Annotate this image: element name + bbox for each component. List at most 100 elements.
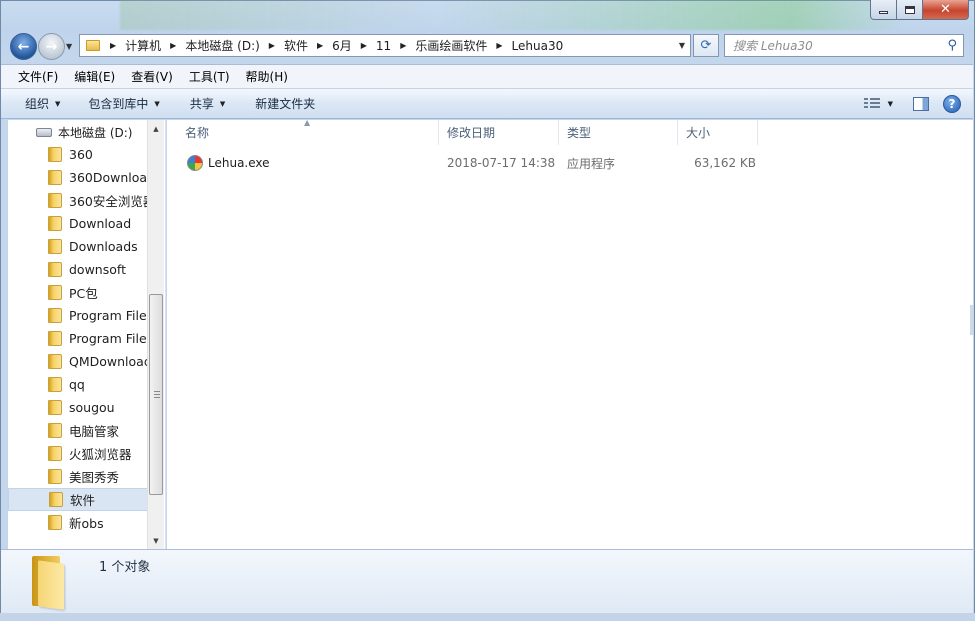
tree-item-folder[interactable]: Downloads (8, 235, 149, 258)
tree-item-folder[interactable]: 新obs (8, 511, 149, 534)
details-pane: 1 个对象 (1, 549, 973, 613)
tree-item-folder[interactable]: 火狐浏览器 (8, 442, 149, 465)
new-folder-button[interactable]: 新建文件夹 (237, 95, 327, 112)
address-bar[interactable]: ▶ 计算机 ▶ 本地磁盘 (D:) ▶ 软件 ▶ 6月 ▶ 11 ▶ 乐画绘画软件 ▶ Lehua30 ▼ (79, 34, 691, 57)
breadcrumb-separator-icon[interactable]: ▶ (496, 41, 502, 50)
tree-item-folder[interactable]: 电脑管家 (8, 419, 149, 442)
search-input[interactable] (733, 38, 933, 53)
view-options-dropdown[interactable]: ▼ (888, 100, 893, 108)
scroll-thumb[interactable] (149, 294, 163, 495)
file-modified: 2018-07-17 14:38 (447, 156, 556, 170)
tree-item-label: 电脑管家 (69, 424, 120, 439)
breadcrumb-item[interactable]: 本地磁盘 (D:) (185, 37, 259, 54)
item-count: 1 个对象 (99, 560, 151, 575)
tree-item-folder[interactable]: 360 (8, 143, 149, 166)
tree-item-label: 360 (69, 147, 93, 162)
command-bar: 组织 ▼ 包含到库中 ▼ 共享 ▼ 新建文件夹 ▼ ? (1, 88, 973, 119)
back-button[interactable]: ← (10, 33, 37, 60)
column-modified-label: 修改日期 (447, 126, 496, 140)
file-name-cell: Lehua.exe (175, 152, 439, 174)
tree-item-folder[interactable]: 360Download (8, 166, 149, 189)
menu-item[interactable]: 编辑(E) (66, 68, 123, 85)
column-name[interactable]: 名称 ▲ (167, 118, 439, 145)
menu-item[interactable]: 工具(T) (181, 68, 238, 85)
column-headers: 名称 ▲ 修改日期 类型 大小 (167, 118, 973, 145)
close-icon: ✕ (940, 2, 951, 17)
tree-item-label: downsoft (69, 262, 126, 277)
tree-item-label: 软件 (70, 493, 96, 508)
folder-icon (30, 556, 66, 610)
share-button[interactable]: 共享 ▼ (172, 95, 237, 112)
folder-icon (48, 193, 62, 208)
breadcrumb-separator-icon[interactable]: ▶ (110, 41, 116, 50)
tree-item-label: 美图秀秀 (69, 470, 120, 485)
folder-icon (49, 492, 63, 507)
tree-item-folder[interactable]: 软件 (8, 488, 149, 511)
breadcrumb-item[interactable]: Lehua30 (512, 39, 564, 53)
tree-item-folder[interactable]: QMDownload (8, 350, 149, 373)
column-size[interactable]: 大小 (678, 120, 758, 145)
tree-item-folder[interactable]: qq (8, 373, 149, 396)
view-controls: ▼ ? (863, 89, 973, 118)
file-list: 名称 ▲ 修改日期 类型 大小 Lehua.exe 2018-07-17 14:… (167, 118, 973, 549)
forward-button[interactable]: → (38, 33, 65, 60)
breadcrumb-item[interactable]: 乐画绘画软件 (415, 37, 487, 54)
tree-item-folder[interactable]: 360安全浏览器 (8, 189, 149, 212)
tree-item-folder[interactable]: Program Files (8, 304, 149, 327)
tree-item-folder[interactable]: Program Files (8, 327, 149, 350)
change-view-icon[interactable] (863, 97, 880, 110)
tree-item-label: qq (69, 377, 85, 392)
scroll-down-icon[interactable]: ▼ (148, 532, 164, 549)
column-size-label: 大小 (686, 126, 711, 140)
maximize-icon (904, 5, 915, 14)
breadcrumb-item[interactable]: 11 (376, 39, 391, 53)
breadcrumb-separator-icon[interactable]: ▶ (361, 41, 367, 50)
address-dropdown-icon[interactable]: ▼ (679, 41, 685, 50)
folder-icon (48, 216, 62, 231)
preview-pane-icon[interactable] (913, 96, 929, 111)
breadcrumb-item[interactable]: 软件 (284, 37, 308, 54)
tree-item-folder[interactable]: downsoft (8, 258, 149, 281)
tree-drive-d[interactable]: 本地磁盘 (D:) (36, 124, 132, 141)
tree-item-folder[interactable]: PC包 (8, 281, 149, 304)
file-row[interactable]: Lehua.exe 2018-07-17 14:38 应用程序 63,162 K… (175, 152, 756, 174)
menu-item[interactable]: 查看(V) (123, 68, 181, 85)
breadcrumb-separator-icon[interactable]: ▶ (400, 41, 406, 50)
tree-item-label: 360安全浏览器 (69, 194, 149, 209)
new-folder-label: 新建文件夹 (255, 97, 316, 111)
title-bar-background (120, 0, 910, 30)
tree-item-label: PC包 (69, 286, 98, 301)
maximize-button[interactable] (897, 0, 923, 20)
tree-item-label: QMDownload (69, 354, 149, 369)
minimize-button[interactable] (870, 0, 897, 20)
close-button[interactable]: ✕ (923, 0, 969, 20)
breadcrumb-separator-icon[interactable]: ▶ (269, 41, 275, 50)
search-box[interactable]: ⚲ (724, 34, 964, 57)
nav-scrollbar[interactable]: ▲ ▼ (147, 120, 164, 549)
organize-button[interactable]: 组织 ▼ (1, 95, 72, 112)
menu-item[interactable]: 文件(F) (10, 68, 66, 85)
help-icon[interactable]: ? (943, 94, 961, 113)
refresh-button[interactable]: ⟳ (693, 34, 719, 57)
window-edge-grip (970, 305, 973, 335)
tree-item-folder[interactable]: 美图秀秀 (8, 465, 149, 488)
tree-item-folder[interactable]: Download (8, 212, 149, 235)
folder-icon (48, 423, 62, 438)
file-name: Lehua.exe (208, 156, 270, 170)
folder-icon (48, 239, 62, 254)
breadcrumb-item[interactable]: 计算机 (125, 37, 161, 54)
organize-label: 组织 (25, 97, 50, 111)
breadcrumb-separator-icon[interactable]: ▶ (317, 41, 323, 50)
recent-pages-dropdown[interactable]: ▼ (66, 42, 74, 51)
column-type[interactable]: 类型 (559, 120, 678, 145)
column-modified[interactable]: 修改日期 (439, 120, 559, 145)
window-controls: ✕ (870, 0, 969, 20)
menu-item[interactable]: 帮助(H) (238, 68, 296, 85)
breadcrumb-item[interactable]: 6月 (332, 37, 352, 54)
scroll-up-icon[interactable]: ▲ (148, 120, 164, 137)
include-in-library-button[interactable]: 包含到库中 ▼ (72, 95, 171, 112)
tree-item-folder[interactable]: sougou (8, 396, 149, 419)
search-icon[interactable]: ⚲ (947, 38, 957, 53)
breadcrumb-separator-icon[interactable]: ▶ (170, 41, 176, 50)
folder-icon (86, 40, 100, 51)
